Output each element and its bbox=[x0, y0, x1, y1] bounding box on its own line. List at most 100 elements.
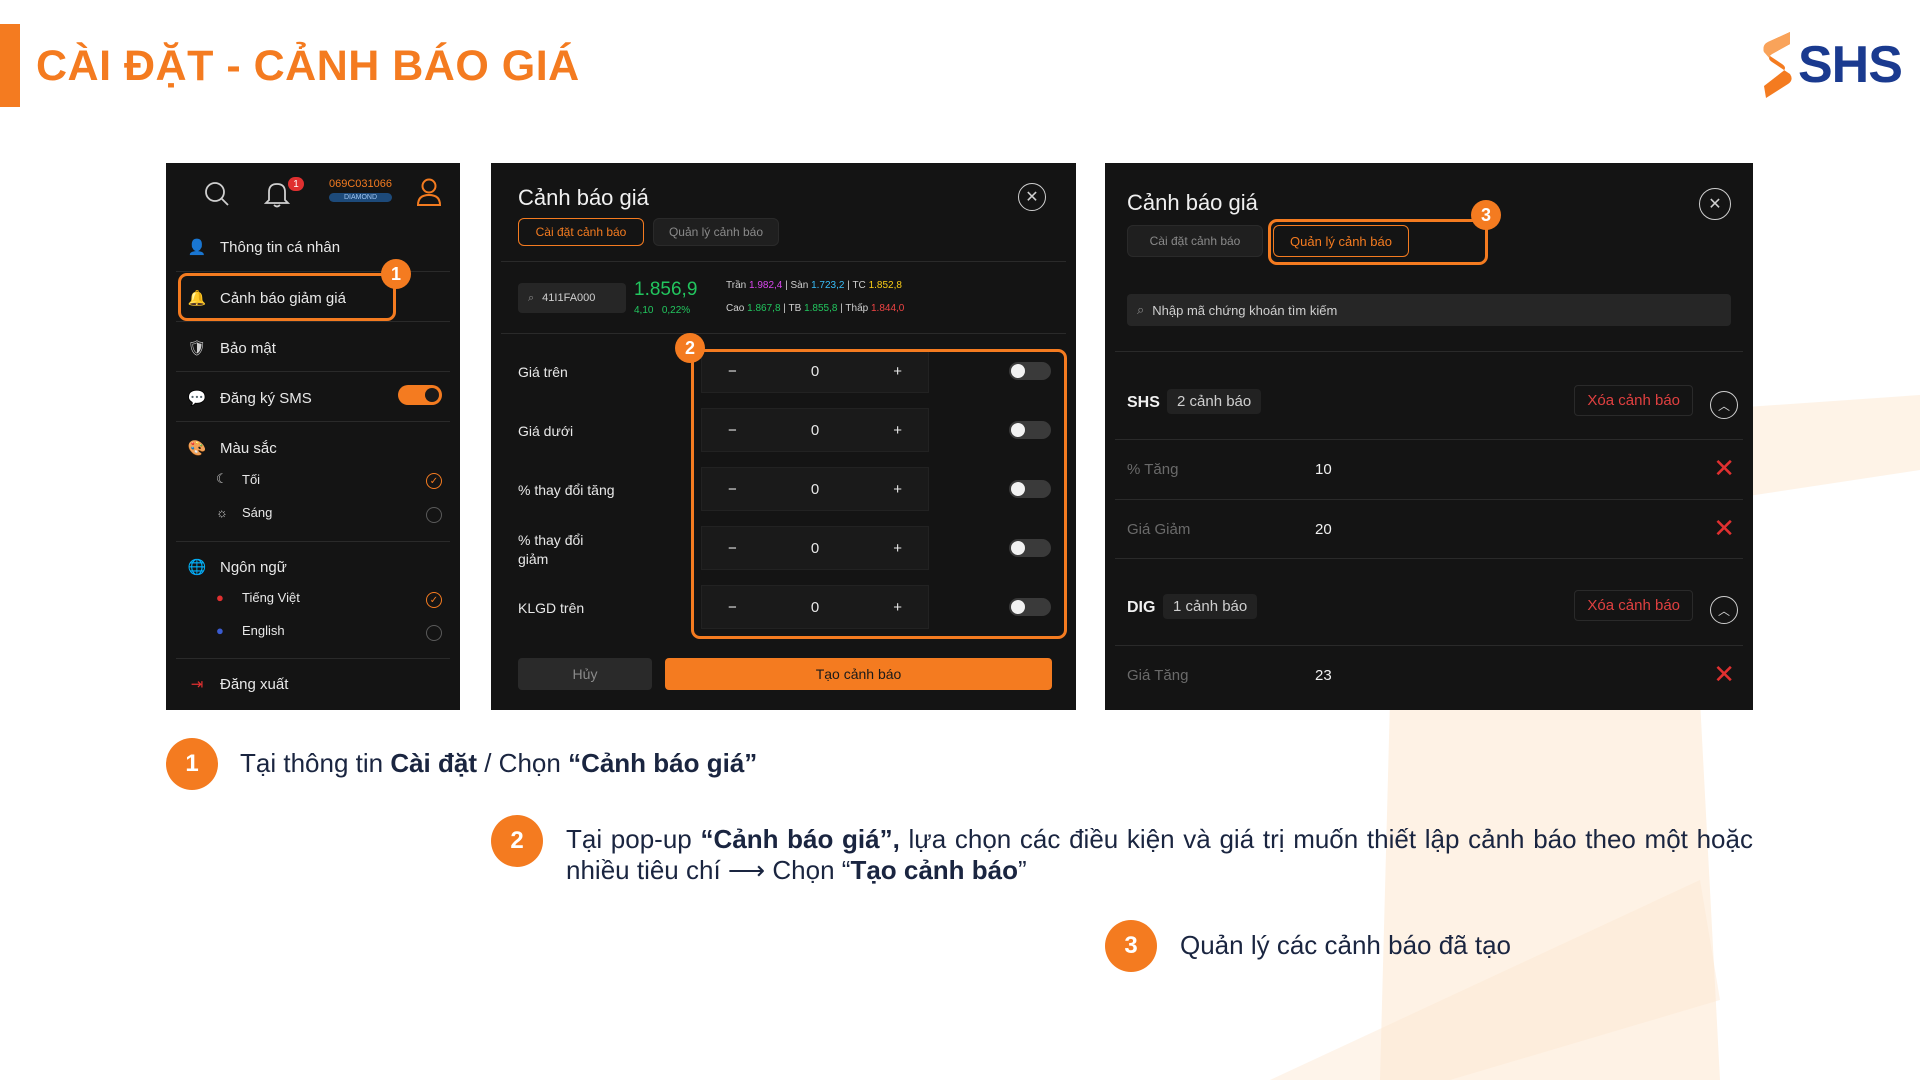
color-option-light[interactable]: ☼ Sáng bbox=[216, 505, 272, 520]
language-icon: 🌐 bbox=[187, 559, 207, 576]
step-text-part: Tại thông tin bbox=[240, 748, 391, 778]
sun-icon: ☼ bbox=[216, 505, 228, 520]
option-label: Tiếng Việt bbox=[242, 590, 300, 605]
floor-label: Sàn bbox=[790, 280, 809, 291]
paint-bucket-icon: 🎨 bbox=[187, 440, 207, 457]
floor-value: 1.723,2 bbox=[811, 280, 845, 291]
moon-icon: ☾ bbox=[216, 471, 228, 486]
change-percent: 0,22% bbox=[661, 305, 691, 316]
step-2-badge: 2 bbox=[491, 815, 543, 867]
menu-item-logout[interactable]: ⇥ Đăng xuất bbox=[186, 673, 289, 695]
dark-check-icon[interactable]: ✓ bbox=[426, 473, 442, 489]
price-change: 4,10 0,22% bbox=[634, 305, 690, 316]
condition-label-pct-decrease: % thay đổi giảm bbox=[518, 532, 584, 567]
group-symbol: SHS bbox=[1127, 394, 1160, 411]
callout-2: 2 bbox=[675, 333, 705, 363]
current-price: 1.856,9 bbox=[634, 279, 698, 300]
sms-toggle[interactable] bbox=[398, 385, 442, 405]
stock-search-input[interactable]: ⌕ Nhập mã chứng khoán tìm kiếm bbox=[1127, 294, 1731, 326]
symbol-value: 41I1FA000 bbox=[542, 292, 596, 304]
step-3-badge: 3 bbox=[1105, 920, 1157, 972]
highlight-price-alert bbox=[178, 273, 396, 321]
menu-label: Ngôn ngữ bbox=[220, 558, 287, 576]
divider bbox=[1115, 499, 1743, 500]
step-1-badge: 1 bbox=[166, 738, 218, 790]
menu-item-language: 🌐 Ngôn ngữ bbox=[186, 556, 287, 578]
delete-alerts-button[interactable]: Xóa cảnh báo bbox=[1574, 590, 1693, 621]
settings-menu-panel: 1 069C031066 DIAMOND 👤 Thông tin cá nhân … bbox=[166, 163, 460, 710]
search-icon[interactable] bbox=[204, 181, 230, 207]
ceil-label: Trần bbox=[726, 280, 747, 291]
sms-icon: 💬 bbox=[187, 390, 207, 407]
color-option-dark[interactable]: ☾ Tối bbox=[216, 471, 260, 487]
chevron-up-icon[interactable]: ︿ bbox=[1710, 391, 1738, 419]
tc-value: 1.852,8 bbox=[868, 280, 902, 291]
low-label: Thấp bbox=[845, 303, 869, 314]
callout-3: 3 bbox=[1471, 200, 1501, 230]
delete-x-icon[interactable]: ✕ bbox=[1713, 661, 1735, 687]
language-option-english[interactable]: ● English bbox=[216, 623, 285, 638]
step-text-bold: Cài đặt bbox=[390, 748, 477, 778]
tab-manage-alert[interactable]: Quản lý cảnh báo bbox=[653, 218, 779, 246]
avg-value: 1.855,8 bbox=[804, 303, 838, 314]
user-icon: 👤 bbox=[187, 239, 207, 256]
settings-topbar: 1 069C031066 DIAMOND bbox=[166, 163, 460, 223]
menu-label: Đăng xuất bbox=[220, 675, 289, 693]
cancel-button[interactable]: Hủy bbox=[518, 658, 652, 690]
divider bbox=[176, 541, 450, 542]
search-icon: ⌕ bbox=[1137, 302, 1145, 317]
search-icon: ⌕ bbox=[528, 291, 535, 304]
symbol-search-input[interactable]: ⌕ 41I1FA000 bbox=[518, 283, 626, 313]
alert-group-shs: SHS 2 cảnh báo Xóa cảnh báo ︿ bbox=[1105, 382, 1753, 430]
divider bbox=[176, 658, 450, 659]
alert-group-dig: DIG 1 cảnh báo Xóa cảnh báo ︿ bbox=[1105, 587, 1753, 635]
menu-label: Màu sắc bbox=[220, 439, 277, 457]
option-label: Sáng bbox=[242, 505, 273, 520]
menu-label: Bảo mật bbox=[220, 339, 276, 357]
delete-alerts-button[interactable]: Xóa cảnh báo bbox=[1574, 385, 1693, 416]
vietnamese-check-icon[interactable]: ✓ bbox=[426, 592, 442, 608]
highlight-manage-tab bbox=[1268, 219, 1488, 265]
language-option-vietnamese[interactable]: ● Tiếng Việt bbox=[216, 590, 300, 605]
tab-setup-alert[interactable]: Cài đặt cảnh báo bbox=[1127, 225, 1263, 257]
delete-x-icon[interactable]: ✕ bbox=[1713, 455, 1735, 481]
account-id: 069C031066 bbox=[329, 178, 393, 190]
chevron-up-icon[interactable]: ︿ bbox=[1710, 596, 1738, 624]
step-text-bold: “Cảnh báo giá” bbox=[568, 748, 758, 778]
close-icon[interactable]: ✕ bbox=[1018, 183, 1046, 211]
account-info[interactable]: 069C031066 DIAMOND bbox=[329, 178, 393, 202]
delete-x-icon[interactable]: ✕ bbox=[1713, 515, 1735, 541]
alert-label: Giá Giảm bbox=[1127, 521, 1191, 538]
step-3-text: Quản lý các cảnh báo đã tạo bbox=[1180, 930, 1512, 960]
shield-icon: 🛡 bbox=[187, 340, 207, 357]
create-alert-button[interactable]: Tạo cảnh báo bbox=[665, 658, 1052, 690]
divider bbox=[1115, 645, 1743, 646]
search-placeholder: Nhập mã chứng khoán tìm kiếm bbox=[1152, 302, 1338, 318]
light-radio[interactable] bbox=[426, 507, 442, 523]
condition-label-volume-above: KLGD trên bbox=[518, 600, 585, 616]
uk-flag-icon: ● bbox=[216, 623, 224, 638]
menu-item-security[interactable]: 🛡 Bảo mật bbox=[186, 337, 276, 359]
group-symbol: DIG bbox=[1127, 599, 1156, 616]
title-accent-bar bbox=[0, 24, 20, 107]
menu-item-profile[interactable]: 👤 Thông tin cá nhân bbox=[186, 236, 340, 258]
user-icon[interactable] bbox=[416, 177, 442, 207]
divider bbox=[1115, 439, 1743, 440]
reference-prices-row1: Trần 1.982,4 | Sàn 1.723,2 | TC 1.852,8 bbox=[726, 280, 902, 291]
close-icon[interactable]: ✕ bbox=[1699, 188, 1731, 220]
menu-item-sms[interactable]: 💬 Đăng ký SMS bbox=[186, 387, 312, 409]
alert-label: % Tăng bbox=[1127, 461, 1179, 478]
step-text-part: Tại pop-up bbox=[566, 824, 701, 854]
shs-logo-icon bbox=[1763, 32, 1792, 98]
english-radio[interactable] bbox=[426, 625, 442, 641]
step-text-part: / Chọn bbox=[477, 748, 569, 778]
page-title: CÀI ĐẶT - CẢNH BÁO GIÁ bbox=[36, 42, 580, 90]
tab-setup-alert[interactable]: Cài đặt cảnh báo bbox=[518, 218, 644, 246]
avg-label: TB bbox=[788, 303, 802, 314]
condition-label-price-below: Giá dưới bbox=[518, 423, 574, 439]
reference-prices-row2: Cao 1.867,8 | TB 1.855,8 | Thấp 1.844,0 bbox=[726, 303, 905, 314]
low-value: 1.844,0 bbox=[871, 303, 905, 314]
condition-label-price-above: Giá trên bbox=[518, 364, 568, 380]
account-tier-badge: DIAMOND bbox=[329, 193, 393, 202]
bell-icon[interactable] bbox=[264, 180, 290, 208]
